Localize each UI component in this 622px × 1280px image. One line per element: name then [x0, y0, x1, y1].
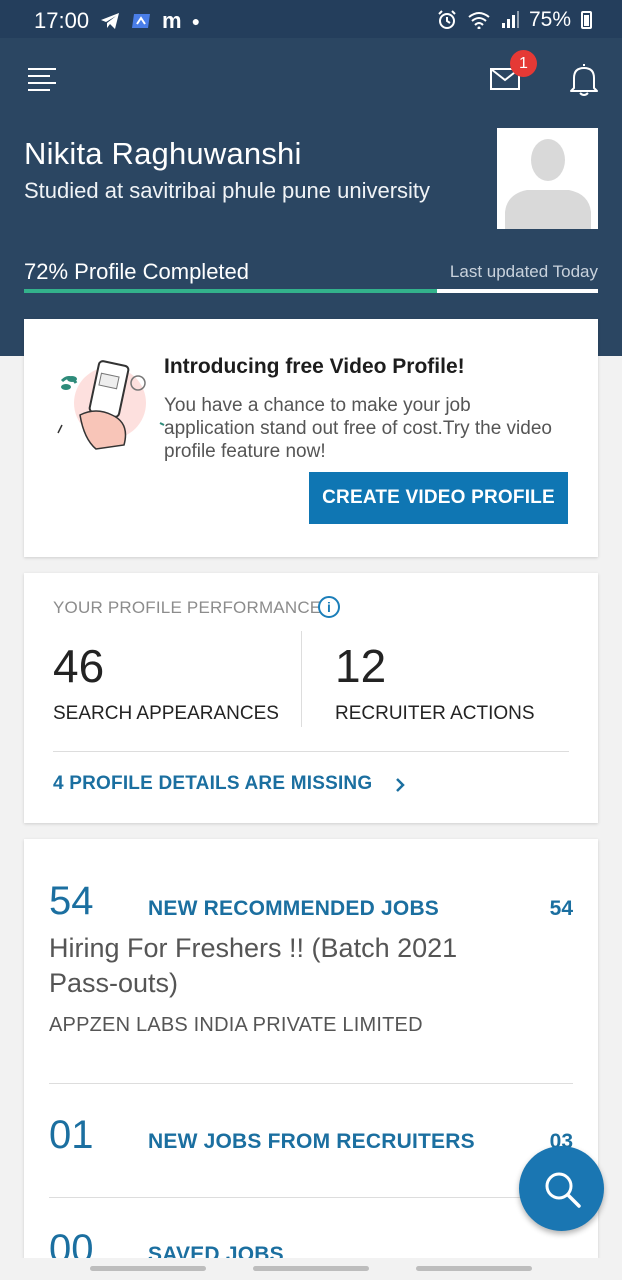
nav-pill-right[interactable]	[416, 1266, 532, 1271]
battery-percent: 75%	[528, 8, 571, 31]
m-icon: m	[162, 8, 182, 33]
status-time: 17:00	[34, 8, 90, 33]
alarm-icon	[438, 10, 456, 29]
search-appearances-count[interactable]: 46	[53, 639, 104, 693]
profile-performance-card: YOUR PROFILE PERFORMANCE i 46 SEARCH APP…	[24, 573, 598, 823]
stat-divider	[301, 631, 302, 727]
performance-title: YOUR PROFILE PERFORMANCE	[53, 598, 322, 617]
system-nav-bar	[0, 1258, 622, 1280]
recommended-jobs-count: 54	[549, 897, 573, 920]
profile-progress-fill	[24, 289, 438, 293]
status-bar: 17:00 m ● 75%	[0, 0, 622, 38]
avatar[interactable]	[497, 128, 598, 229]
recruiter-jobs-number[interactable]: 01	[49, 1113, 94, 1158]
profile-progress-bar	[24, 289, 598, 293]
recommended-jobs-label[interactable]: NEW RECOMMENDED JOBS	[148, 897, 439, 921]
status-app-icons: m ●	[100, 8, 200, 34]
video-profile-title: Introducing free Video Profile!	[164, 355, 465, 378]
search-icon	[545, 1172, 581, 1208]
profile-subtitle: Studied at savitribai phule pune univers…	[24, 178, 431, 203]
dot-icon: ●	[191, 13, 201, 29]
create-video-profile-button[interactable]: CREATE VIDEO PROFILE	[309, 472, 568, 524]
bell-icon[interactable]	[568, 62, 600, 96]
signal-icon	[501, 11, 519, 28]
video-profile-description: You have a chance to make your job appli…	[164, 395, 552, 462]
divider	[49, 1197, 573, 1198]
notification-badge: 1	[510, 50, 537, 77]
wifi-icon	[468, 12, 490, 29]
nav-pill-center[interactable]	[253, 1266, 369, 1271]
recruiter-jobs-label[interactable]: NEW JOBS FROM RECRUITERS	[148, 1130, 475, 1154]
recruiter-actions-count[interactable]: 12	[335, 639, 386, 693]
profile-header: 1 Nikita Raghuwanshi Studied at savitrib…	[0, 38, 622, 356]
last-updated: Last updated Today	[449, 262, 598, 281]
recommended-jobs-number[interactable]: 54	[49, 879, 94, 924]
telegram-icon	[101, 13, 119, 29]
hamburger-menu-icon[interactable]	[28, 68, 56, 91]
vpn-icon	[132, 14, 150, 28]
saved-jobs-number[interactable]: 00	[49, 1227, 94, 1259]
avatar-placeholder-icon	[497, 128, 598, 229]
video-profile-card: Introducing free Video Profile! You have…	[24, 319, 598, 557]
profile-name: Nikita Raghuwanshi	[24, 136, 302, 171]
chevron-right-icon[interactable]	[392, 777, 408, 793]
search-fab-button[interactable]	[519, 1146, 604, 1231]
saved-jobs-label[interactable]: SAVED JOBS	[148, 1243, 284, 1259]
info-icon[interactable]: i	[318, 596, 340, 618]
profile-completed-label: 72% Profile Completed	[24, 259, 250, 284]
video-profile-illustration	[57, 360, 165, 450]
divider	[49, 1083, 573, 1084]
jobs-card: 54 NEW RECOMMENDED JOBS 54 Hiring For Fr…	[24, 839, 598, 1259]
battery-icon	[581, 11, 592, 29]
nav-pill-left[interactable]	[90, 1266, 206, 1271]
search-appearances-label: SEARCH APPEARANCES	[53, 703, 279, 724]
featured-job-title[interactable]: Hiring For Freshers !! (Batch 2021 Pass-…	[49, 931, 519, 1001]
recruiter-actions-label: RECRUITER ACTIONS	[335, 703, 535, 724]
featured-job-company: APPZEN LABS INDIA PRIVATE LIMITED	[49, 1014, 423, 1036]
missing-details-link[interactable]: 4 PROFILE DETAILS ARE MISSING	[53, 773, 372, 795]
status-right: 75%	[437, 8, 592, 32]
divider	[53, 751, 569, 752]
